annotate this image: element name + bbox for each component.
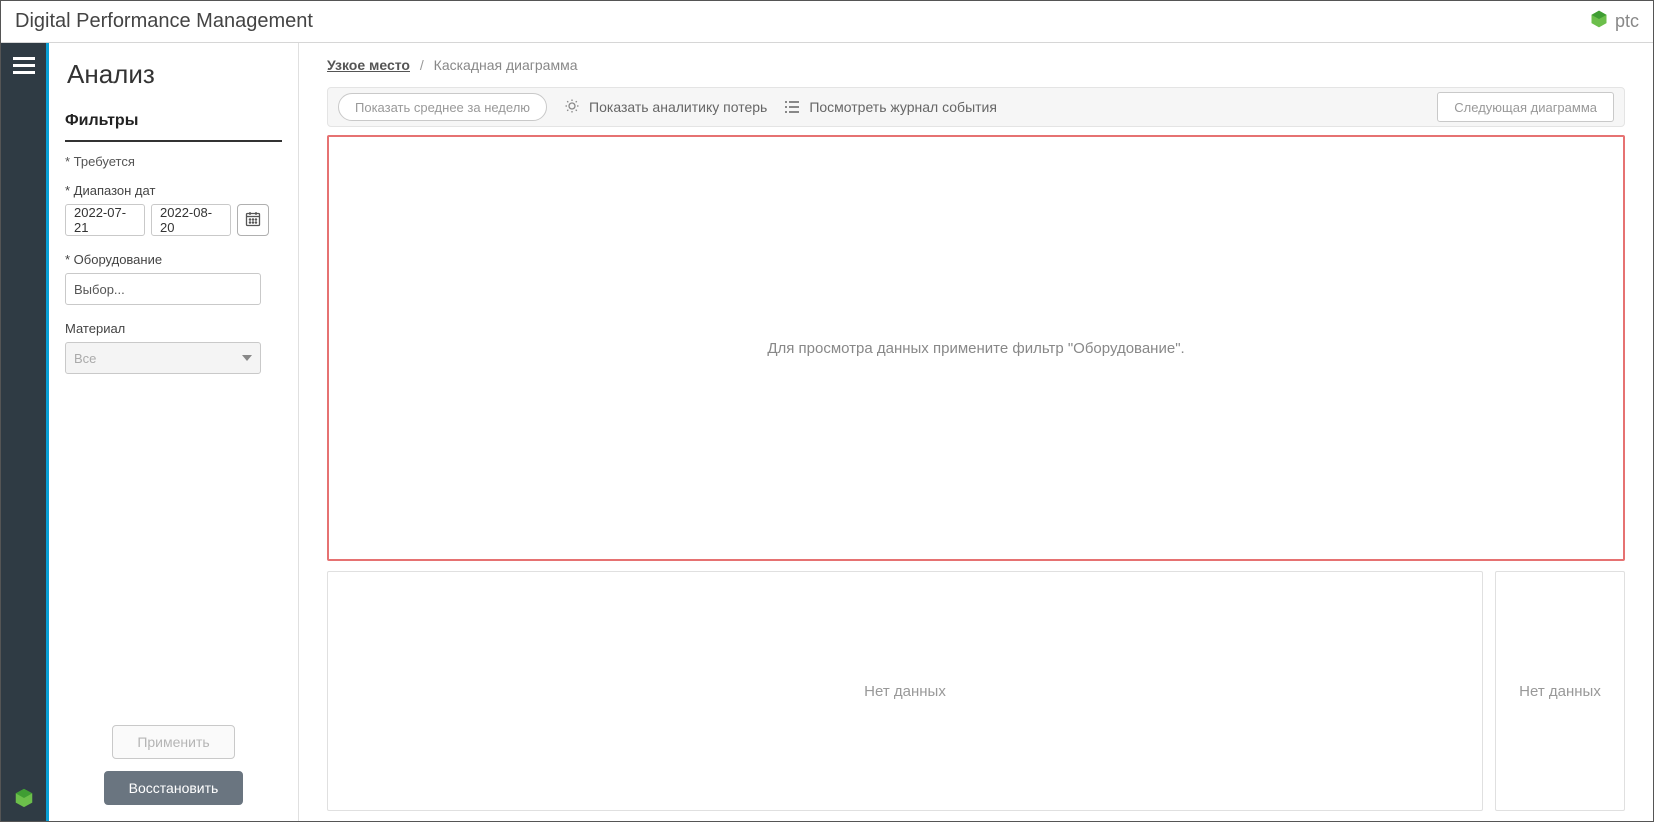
restore-button[interactable]: Восстановить [104,771,244,805]
date-to-input[interactable]: 2022-08-20 [151,204,231,236]
list-icon [783,98,801,116]
date-range-label: * Диапазон дат [65,183,282,198]
hamburger-menu-button[interactable] [13,57,35,75]
lightbulb-icon [563,98,581,116]
sidebar-footer: Применить Восстановить [49,717,298,809]
action-toolbar: Показать среднее за неделю Показать анал… [327,87,1625,127]
brand-text: ptc [1615,11,1639,32]
app-body: Анализ Фильтры * Требуется * Диапазон да… [1,43,1653,821]
calendar-button[interactable] [237,204,269,236]
next-chart-button[interactable]: Следующая диаграмма [1437,92,1614,122]
ptc-logo-icon [1589,9,1609,34]
breadcrumb-current: Каскадная диаграмма [434,57,578,73]
chevron-down-icon [242,355,252,361]
material-label: Материал [65,321,282,336]
bottom-right-empty: Нет данных [1519,683,1601,700]
calendar-icon [245,211,261,230]
equipment-select[interactable]: Выбор... [65,273,261,305]
page-title: Анализ [65,59,282,90]
breadcrumb-separator: / [420,57,424,73]
breadcrumb-root-link[interactable]: Узкое место [327,57,410,73]
date-range-field: * Диапазон дат 2022-07-21 2022-08-20 [65,183,282,236]
date-from-input[interactable]: 2022-07-21 [65,204,145,236]
filters-sidebar: Анализ Фильтры * Требуется * Диапазон да… [49,43,299,821]
bottom-panels: Нет данных Нет данных [327,571,1625,811]
weekly-average-button[interactable]: Показать среднее за неделю [338,93,547,121]
waterfall-chart-area: Для просмотра данных примените фильтр "О… [327,135,1625,561]
breadcrumb: Узкое место / Каскадная диаграмма [327,57,1625,73]
bottom-left-panel: Нет данных [327,571,1483,811]
filters-heading: Фильтры [65,112,282,142]
topbar: Digital Performance Management ptc [1,1,1653,43]
required-note: * Требуется [65,154,282,169]
nav-rail-logo-icon [13,787,35,809]
equipment-field: * Оборудование Выбор... [65,252,282,305]
equipment-label: * Оборудование [65,252,282,267]
chart-empty-message: Для просмотра данных примените фильтр "О… [767,340,1184,357]
bottom-right-panel: Нет данных [1495,571,1625,811]
event-log-label: Посмотреть журнал события [809,99,997,115]
brand-logo: ptc [1589,9,1639,34]
event-log-button[interactable]: Посмотреть журнал события [783,98,997,116]
app-title: Digital Performance Management [15,10,313,33]
apply-button[interactable]: Применить [112,725,234,759]
main-content: Узкое место / Каскадная диаграмма Показа… [299,43,1653,821]
material-value: Все [74,351,96,366]
loss-analytics-label: Показать аналитику потерь [589,99,767,115]
nav-rail [1,43,49,821]
loss-analytics-button[interactable]: Показать аналитику потерь [563,98,767,116]
app-root: Digital Performance Management ptc Анали… [0,0,1654,822]
bottom-left-empty: Нет данных [864,683,946,700]
material-field: Материал Все [65,321,282,374]
material-select[interactable]: Все [65,342,261,374]
